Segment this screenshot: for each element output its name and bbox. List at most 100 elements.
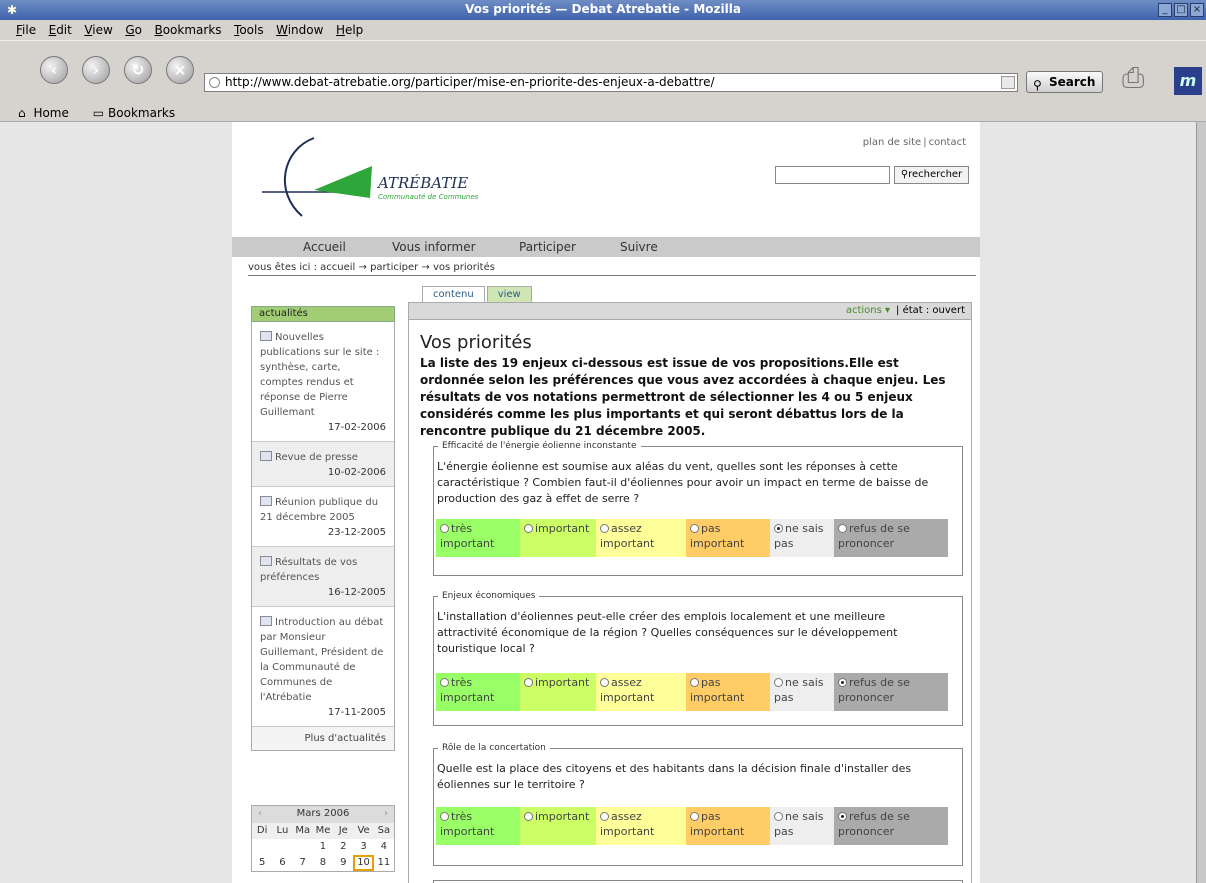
nav-vous-informer[interactable]: Vous informer [392,240,476,254]
calendar-today[interactable]: 10 [353,855,374,871]
close-icon[interactable]: × [1190,3,1204,17]
tab-view[interactable]: view [486,286,532,302]
option-label: refus de se prononcer [838,810,910,838]
menu-edit[interactable]: Edit [45,20,77,37]
option-pas-important[interactable]: pas important [686,673,770,711]
radio-icon[interactable] [774,678,783,687]
menu-tools[interactable]: Tools [230,20,269,37]
radio-icon[interactable] [600,812,609,821]
url-dropdown-icon[interactable] [1001,76,1015,89]
radio-icon[interactable] [690,678,699,687]
radio-icon[interactable] [774,812,783,821]
site-search-button[interactable]: ⚲rechercher [894,166,969,184]
issue-fieldset: Efficacité de l'énergie éolienne inconst… [433,439,963,576]
news-item[interactable]: Nouvelles publications sur le site : syn… [252,322,394,442]
option-tres-important[interactable]: très important [436,807,520,845]
menu-file[interactable]: File [12,20,41,37]
workflow-state[interactable]: état : ouvert [903,305,965,316]
option-ne-sais-pas[interactable]: ne sais pas [770,673,834,711]
minimize-icon[interactable]: _ [1158,3,1172,17]
search-button[interactable]: ⚲ Search [1026,71,1103,93]
radio-selected-icon[interactable] [774,524,783,533]
menu-bookmarks[interactable]: Bookmarks [150,20,226,37]
calendar-day[interactable]: 3 [353,839,373,855]
option-assez-important[interactable]: assez important [596,519,686,557]
option-tres-important[interactable]: très important [436,519,520,557]
site-search-input[interactable] [775,166,890,184]
maximize-icon[interactable]: □ [1174,3,1188,17]
search-button-label: Search [1049,75,1096,89]
print-icon[interactable]: ⎙ [1122,61,1166,97]
home-link[interactable]: ⌂ Home [14,102,85,120]
option-pas-important[interactable]: pas important [686,807,770,845]
calendar-day[interactable]: 1 [313,839,333,855]
calendar-day[interactable]: 4 [374,839,394,855]
nav-suivre[interactable]: Suivre [620,240,658,254]
actions-menu[interactable]: actions ▾ [846,305,890,316]
news-icon [260,616,272,626]
vertical-scrollbar[interactable] [1196,122,1206,883]
sitemap-link[interactable]: plan de site [861,137,924,148]
option-assez-important[interactable]: assez important [596,673,686,711]
radio-selected-icon[interactable] [838,678,847,687]
calendar-next-icon[interactable]: › [384,806,388,822]
radio-icon[interactable] [690,524,699,533]
calendar-day[interactable]: 2 [333,839,353,855]
back-icon[interactable]: ‹ [40,56,68,84]
forward-icon[interactable]: › [82,56,110,84]
news-item[interactable]: Réunion publique du 21 décembre 2005 23-… [252,487,394,547]
menu-view[interactable]: View [80,20,117,37]
radio-icon[interactable] [600,678,609,687]
radio-icon[interactable] [440,524,449,533]
tab-contenu[interactable]: contenu [422,286,485,302]
option-ne-sais-pas[interactable]: ne sais pas [770,807,834,845]
option-important[interactable]: important [520,519,596,557]
news-item[interactable]: Introduction au débat par Monsieur Guill… [252,607,394,727]
site-logo[interactable]: ATRÉBATIE Communauté de Communes [252,132,512,222]
nav-participer[interactable]: Participer [519,240,576,254]
radio-icon[interactable] [690,812,699,821]
calendar-day[interactable]: 8 [313,855,333,871]
news-date: 17-02-2006 [327,422,386,433]
radio-icon[interactable] [524,678,533,687]
option-tres-important[interactable]: très important [436,673,520,711]
page-title: Vos priorités [420,332,532,353]
menu-help[interactable]: Help [332,20,368,37]
rating-options: très important important assez important… [436,519,948,557]
option-ne-sais-pas[interactable]: ne sais pas [770,519,834,557]
calendar-day[interactable]: 7 [293,855,313,871]
mozilla-throbber-icon[interactable]: m [1174,67,1202,95]
more-news-link[interactable]: Plus d'actualités [252,727,394,750]
option-refus[interactable]: refus de se prononcer [834,519,948,557]
menu-window[interactable]: Window [272,20,328,37]
option-assez-important[interactable]: assez important [596,807,686,845]
radio-icon[interactable] [440,812,449,821]
option-pas-important[interactable]: pas important [686,519,770,557]
stop-icon[interactable]: × [166,56,194,84]
calendar-day[interactable]: 11 [374,855,394,871]
option-refus[interactable]: refus de se prononcer [834,673,948,711]
radio-selected-icon[interactable] [838,812,847,821]
calendar-day[interactable]: 9 [333,855,353,871]
option-refus[interactable]: refus de se prononcer [834,807,948,845]
news-item[interactable]: Revue de presse 10-02-2006 [252,442,394,487]
radio-icon[interactable] [838,524,847,533]
contact-link[interactable]: contact [927,137,968,148]
url-input[interactable]: http://www.debat-atrebatie.org/participe… [204,73,1018,92]
nav-accueil[interactable]: Accueil [303,240,346,254]
news-item[interactable]: Résultats de vos préférences 16-12-2005 [252,547,394,607]
bookmarks-link[interactable]: ▭ Bookmarks [89,102,191,120]
option-important[interactable]: important [520,673,596,711]
site-search-label: rechercher [908,169,963,180]
option-important[interactable]: important [520,807,596,845]
calendar-day[interactable]: 5 [252,855,272,871]
radio-icon[interactable] [524,524,533,533]
calendar-grid: Di Lu Ma Me Je Ve Sa 1 2 3 4 5 6 7 8 9 1… [252,823,394,871]
radio-icon[interactable] [440,678,449,687]
radio-icon[interactable] [524,812,533,821]
radio-icon[interactable] [600,524,609,533]
calendar-day[interactable]: 6 [272,855,292,871]
calendar-prev-icon[interactable]: ‹ [258,806,262,822]
menu-go[interactable]: Go [121,20,147,37]
reload-icon[interactable]: ↻ [124,56,152,84]
